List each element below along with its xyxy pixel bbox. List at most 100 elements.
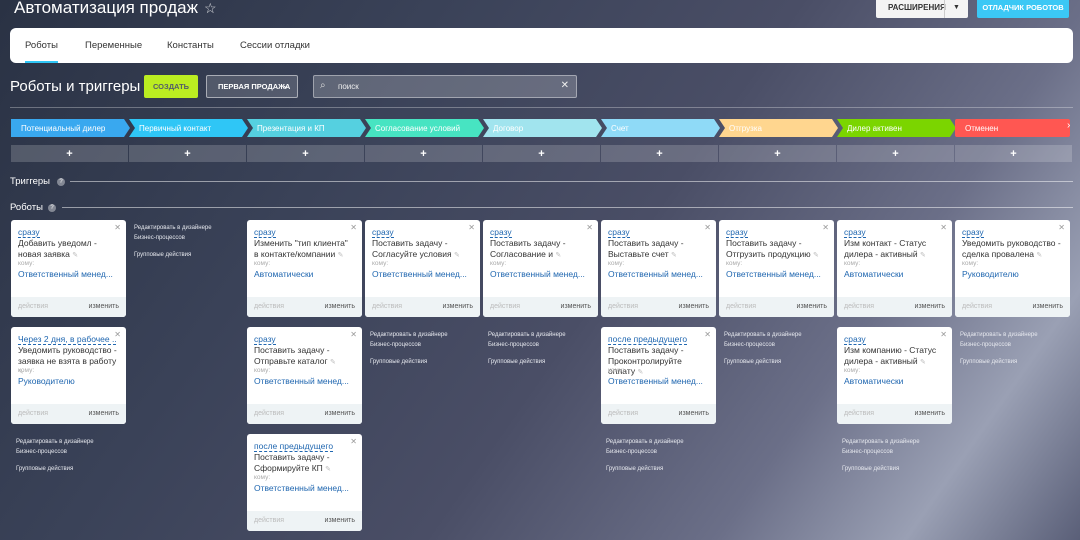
robot-responsible[interactable]: Автоматически [844,269,903,279]
pencil-icon[interactable]: ✎ [555,252,561,259]
robot-trigger-condition[interactable]: после предыдущего [254,441,334,452]
edit-link[interactable]: изменить [325,517,355,524]
edit-in-designer-link[interactable]: Редактировать в дизайнере Бизнес-процессо… [606,437,684,457]
add-robot-button[interactable]: + [11,145,128,162]
close-icon[interactable]: ✕ [350,330,357,339]
robot-trigger-condition[interactable]: сразу [18,227,40,238]
pencil-icon[interactable]: ✎ [1036,252,1042,259]
robot-responsible[interactable]: Ответственный менед... [726,269,821,279]
robot-card[interactable]: ✕ сразу Добавить уведомл - новая заявка ✎ к… [11,220,126,317]
help-icon[interactable]: ? [57,178,65,186]
close-icon[interactable]: ✕ [704,330,711,339]
star-icon[interactable]: ☆ [204,0,217,16]
edit-link[interactable]: изменить [915,410,945,417]
pencil-icon[interactable]: ✎ [813,252,819,259]
add-robot-button[interactable]: + [837,145,954,162]
close-icon[interactable]: ✕ [704,223,711,232]
robot-responsible[interactable]: Ответственный менед... [254,376,349,386]
robot-trigger-condition[interactable]: сразу [254,227,276,238]
help-icon[interactable]: ? [48,204,56,212]
close-icon[interactable]: ✕ [468,223,475,232]
robot-trigger-condition[interactable]: сразу [962,227,984,238]
edit-in-designer-link[interactable]: Редактировать в дизайнере Бизнес-процессо… [842,437,920,457]
robot-responsible[interactable]: Ответственный менед... [372,269,467,279]
robot-responsible[interactable]: Ответственный менед... [18,269,113,279]
robot-card[interactable]: ✕ сразу Поставить задачу - Согласование и … [483,220,598,317]
close-icon[interactable]: ✕ [350,437,357,446]
stage-3[interactable]: Презентация и КП [247,119,366,137]
close-icon[interactable]: ✕ [940,330,947,339]
robot-responsible[interactable]: Руководителю [18,376,75,386]
actions-link[interactable]: действия [372,303,402,310]
actions-link[interactable]: действия [254,303,284,310]
stage-9[interactable]: Отменен [955,119,1070,137]
robot-card[interactable]: ✕ сразу Уведомить руководство - сделка про… [955,220,1070,317]
actions-link[interactable]: действия [844,410,874,417]
pencil-icon[interactable]: ✎ [637,369,643,376]
group-actions-link[interactable]: Групповые действия [370,357,427,367]
close-icon[interactable]: ✕ [350,223,357,232]
edit-in-designer-link[interactable]: Редактировать в дизайнере Бизнес-процессо… [724,330,802,350]
edit-link[interactable]: изменить [1033,303,1063,310]
add-robot-button[interactable]: + [129,145,246,162]
add-robot-button[interactable]: + [483,145,600,162]
robot-card[interactable]: ✕ сразу Изменить "тип клиента" в контакте/… [247,220,362,317]
robot-responsible[interactable]: Автоматически [254,269,313,279]
actions-link[interactable]: действия [254,517,284,524]
edit-link[interactable]: изменить [325,410,355,417]
robot-responsible[interactable]: Ответственный менед... [490,269,585,279]
edit-link[interactable]: изменить [325,303,355,310]
close-icon[interactable]: ✕ [940,223,947,232]
create-button[interactable]: СОЗДАТЬ [144,75,198,98]
edit-link[interactable]: изменить [561,303,591,310]
edit-link[interactable]: изменить [797,303,827,310]
stage-4[interactable]: Согласование условий [365,119,484,137]
robot-trigger-condition[interactable]: сразу [844,334,866,345]
extensions-button[interactable]: РАСШИРЕНИЯ ▼ [876,0,968,18]
actions-link[interactable]: действия [18,410,48,417]
edit-in-designer-link[interactable]: Редактировать в дизайнере Бизнес-процессо… [960,330,1038,350]
robot-card[interactable]: ✕ сразу Поставить задачу - Отгрузить проду… [719,220,834,317]
pencil-icon[interactable]: ✎ [920,252,926,259]
group-actions-link[interactable]: Групповые действия [134,250,191,260]
robot-trigger-condition[interactable]: сразу [254,334,276,345]
pencil-icon[interactable]: ✎ [72,252,78,259]
tab-debug-sessions[interactable]: Сессии отладки [240,28,310,63]
stage-2[interactable]: Первичный контакт [129,119,248,137]
robot-trigger-condition[interactable]: Через 2 дня, в рабочее ... [18,334,116,345]
actions-link[interactable]: действия [844,303,874,310]
robot-responsible[interactable]: Автоматически [844,376,903,386]
search-input[interactable]: ⌕ поиск ✕ [313,75,577,98]
robots-debugger-button[interactable]: ОТЛАДЧИК РОБОТОВ [977,0,1069,18]
close-icon[interactable]: ✕ [114,223,121,232]
robot-card[interactable]: ✕ сразу Поставить задачу - Согласуйте усло… [365,220,480,317]
robot-trigger-condition[interactable]: сразу [490,227,512,238]
edit-in-designer-link[interactable]: Редактировать в дизайнере Бизнес-процессо… [488,330,566,350]
pencil-icon[interactable]: ✎ [330,359,336,366]
robot-trigger-condition[interactable]: сразу [372,227,394,238]
actions-link[interactable]: действия [490,303,520,310]
add-robot-button[interactable]: + [955,145,1072,162]
close-icon[interactable]: ✕ [586,223,593,232]
chevron-right-icon[interactable]: › [1067,120,1070,131]
pipeline-select[interactable]: ПЕРВАЯ ПРОДАЖА ⌄ [206,75,298,98]
tab-variables[interactable]: Переменные [85,28,142,63]
actions-link[interactable]: действия [254,410,284,417]
pencil-icon[interactable]: ✎ [920,359,926,366]
robot-trigger-condition[interactable]: сразу [844,227,866,238]
add-robot-button[interactable]: + [601,145,718,162]
add-robot-button[interactable]: + [719,145,836,162]
pencil-icon[interactable]: ✎ [671,252,677,259]
robot-trigger-condition[interactable]: после предыдущего [608,334,688,345]
robot-card[interactable]: ✕ Через 2 дня, в рабочее ... Уведомить рук… [11,327,126,424]
pencil-icon[interactable]: ✎ [454,252,460,259]
robot-trigger-condition[interactable]: сразу [608,227,630,238]
stage-1[interactable]: Потенциальный дилер [11,119,130,137]
group-actions-link[interactable]: Групповые действия [960,357,1017,367]
actions-link[interactable]: действия [608,410,638,417]
edit-in-designer-link[interactable]: Редактировать в дизайнере Бизнес-процессо… [16,437,94,457]
actions-link[interactable]: действия [962,303,992,310]
add-robot-button[interactable]: + [247,145,364,162]
group-actions-link[interactable]: Групповые действия [16,464,73,474]
edit-link[interactable]: изменить [679,303,709,310]
